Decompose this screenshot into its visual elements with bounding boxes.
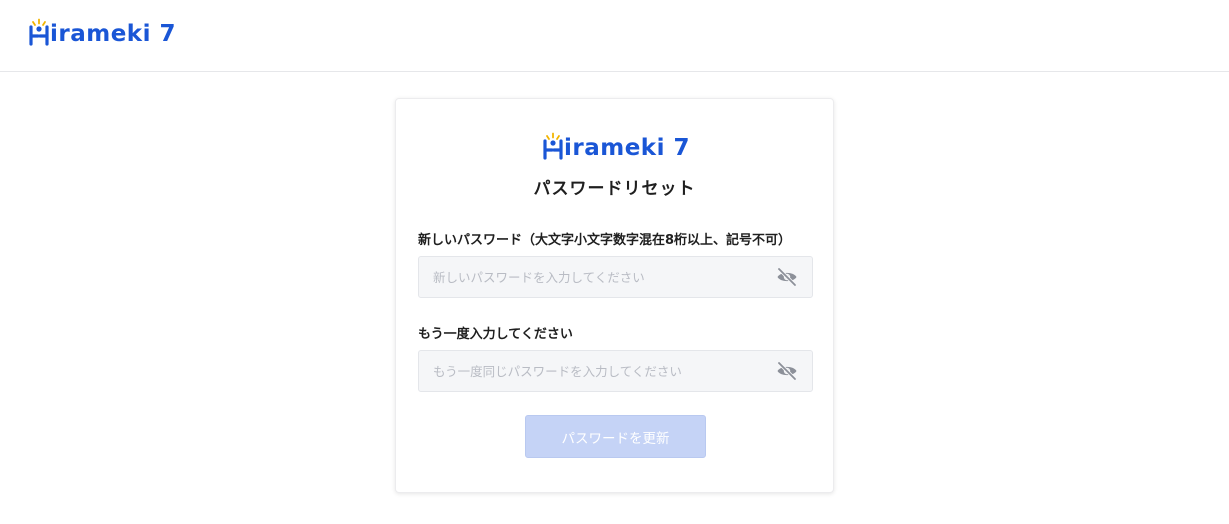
password-reset-card: irameki 7 パスワードリセット 新しいパスワード（大文字小文字数字混在8… [395,98,834,493]
new-password-field [418,256,813,298]
brand-wordmark: irameki 7 [50,21,177,47]
card-brand-logo: irameki 7 [543,132,690,160]
confirm-password-label: もう一度入力してください [418,327,573,342]
brand-logo[interactable]: irameki 7 [29,18,176,46]
confirm-password-field [418,350,813,392]
card-brand-wordmark: irameki 7 [564,135,691,161]
confirm-password-input[interactable] [419,351,769,391]
hirameki-logo-icon [543,132,563,160]
top-header: irameki 7 [0,0,1229,72]
new-password-label: 新しいパスワード（大文字小文字数字混在8桁以上、記号不可） [418,233,792,248]
page-title: パスワードリセット [533,179,696,199]
eye-slash-icon[interactable] [776,361,798,381]
eye-slash-icon[interactable] [776,267,798,287]
update-password-button[interactable]: パスワードを更新 [525,415,706,458]
hirameki-logo-icon [29,18,49,46]
new-password-input[interactable] [419,257,769,297]
